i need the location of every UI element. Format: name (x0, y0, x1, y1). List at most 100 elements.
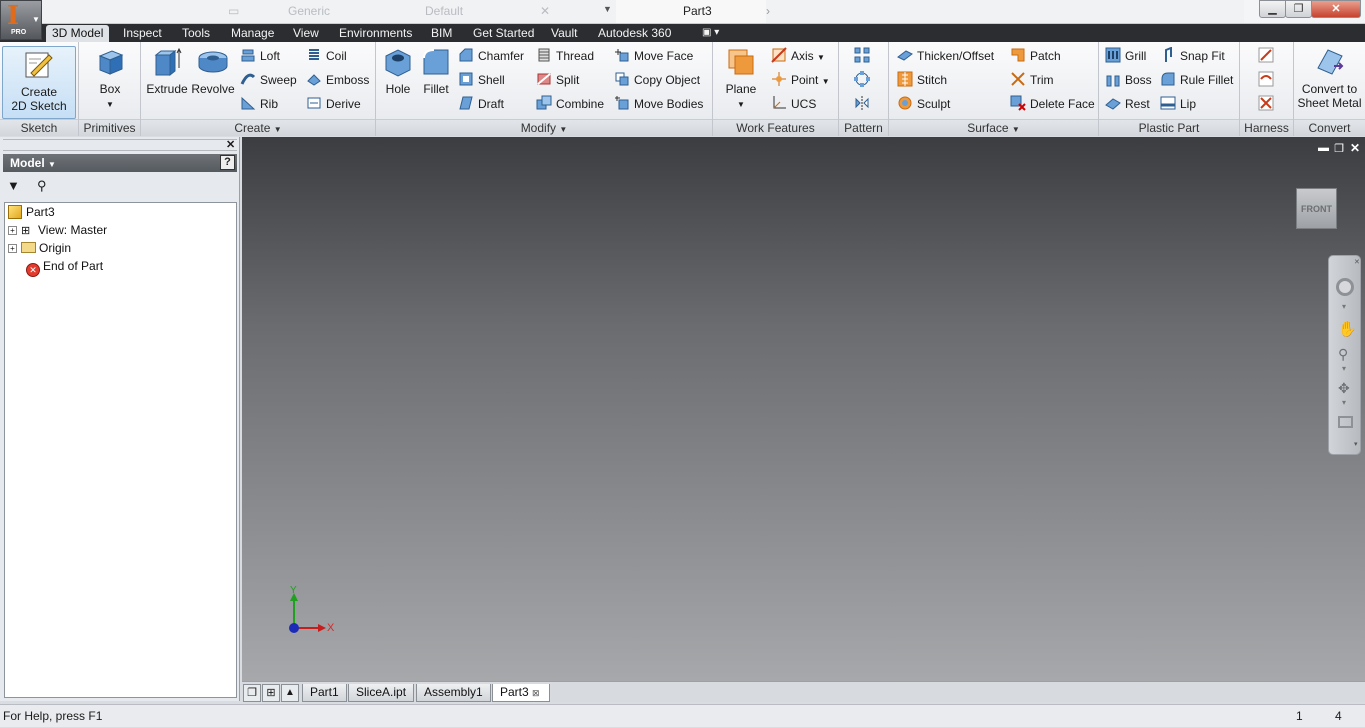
ucs-button[interactable]: UCS (771, 94, 816, 114)
move-face-button[interactable]: Move Face (614, 46, 693, 66)
mirror-button[interactable] (854, 94, 874, 114)
steering-wheel-icon[interactable] (1336, 278, 1354, 296)
close-icon[interactable]: ✕ (1354, 258, 1360, 266)
move-bodies-button[interactable]: Move Bodies (614, 94, 703, 114)
axis-button[interactable]: Axis ▼ (771, 46, 825, 66)
tab-autodesk-360[interactable]: Autodesk 360 (592, 25, 677, 42)
revolve-button[interactable]: Revolve (190, 46, 236, 118)
viewcube[interactable]: FRONT (1296, 188, 1337, 229)
panel-create-label[interactable]: Create ▼ (141, 119, 375, 136)
restore-view-icon[interactable]: ❐ (1334, 142, 1344, 155)
point-button[interactable]: Point ▼ (771, 70, 830, 90)
rest-button[interactable]: Rest (1105, 94, 1150, 114)
boss-button[interactable]: Boss (1105, 70, 1152, 90)
tab-inspect[interactable]: Inspect (117, 25, 168, 42)
split-button[interactable]: Split (536, 70, 579, 90)
hole-button[interactable]: Hole (380, 46, 416, 118)
sweep-button[interactable]: Sweep (240, 70, 297, 90)
graphics-viewport[interactable]: ▬ ❐ ✕ FRONT Y X (242, 137, 1365, 681)
tree-node-end-of-part[interactable]: ✕ End of Part (8, 257, 103, 277)
tree-node-part3[interactable]: Part3 (8, 203, 55, 221)
delete-face-button[interactable]: Delete Face (1010, 94, 1095, 114)
coil-button[interactable]: Coil (306, 46, 347, 66)
trim-button[interactable]: Trim (1010, 70, 1054, 90)
harness-button-2[interactable] (1258, 70, 1278, 90)
box-button[interactable]: Box ▼ (89, 46, 131, 118)
minimize-button[interactable]: ▁ (1259, 0, 1286, 18)
chevron-right-icon[interactable]: › (766, 4, 770, 20)
chamfer-button[interactable]: Chamfer (458, 46, 524, 66)
extrude-button[interactable]: Extrude (145, 46, 189, 118)
browser-title-bar[interactable]: Model ▼ ? (3, 154, 237, 172)
grill-button[interactable]: Grill (1105, 46, 1146, 66)
close-button[interactable]: ✕ (1311, 0, 1361, 18)
rectangular-pattern-button[interactable] (854, 46, 874, 66)
stitch-button[interactable]: Stitch (897, 70, 947, 90)
fillet-button[interactable]: Fillet (418, 46, 454, 118)
tab-tools[interactable]: Tools (176, 25, 216, 42)
browser-close-icon[interactable]: ✕ (226, 138, 235, 151)
doc-tab-assembly1[interactable]: Assembly1 (416, 684, 491, 702)
tab-get-started[interactable]: Get Started (467, 25, 540, 42)
pan-icon[interactable]: ✋ (1338, 320, 1357, 338)
minimize-view-icon[interactable]: ▬ (1318, 142, 1329, 154)
chevron-up-icon[interactable]: ▲ (281, 684, 299, 702)
close-view-icon[interactable]: ✕ (1350, 141, 1360, 155)
copy-object-button[interactable]: Copy Object (614, 70, 700, 90)
tree-node-origin[interactable]: + Origin (8, 239, 71, 257)
lip-button[interactable]: Lip (1160, 94, 1196, 114)
rib-button[interactable]: Rib (240, 94, 278, 114)
close-tab-icon[interactable]: ⊠ (532, 688, 540, 698)
new-icon[interactable]: ▭ (228, 4, 239, 20)
chevron-down-icon[interactable]: ▾ (1342, 302, 1346, 311)
tab-environments[interactable]: Environments (333, 25, 418, 42)
convert-to-sheet-metal-button[interactable]: Convert to Sheet Metal (1296, 46, 1363, 118)
thicken-offset-button[interactable]: Thicken/Offset (897, 46, 994, 66)
rule-fillet-button[interactable]: Rule Fillet (1160, 70, 1233, 90)
restore-button[interactable]: ❐ (1285, 0, 1312, 18)
plane-button[interactable]: Plane ▼ (721, 46, 761, 118)
browser-grip[interactable] (3, 139, 237, 151)
doc-tab-part3[interactable]: Part3 ⊠ (492, 684, 550, 702)
chevron-down-icon[interactable]: ▼ (603, 4, 612, 20)
harness-button-3[interactable] (1258, 94, 1278, 114)
panel-modify-label[interactable]: Modify ▼ (376, 119, 712, 136)
patch-button[interactable]: Patch (1010, 46, 1061, 66)
tile-icon[interactable]: ⊞ (262, 684, 280, 702)
look-at-icon[interactable] (1338, 416, 1353, 428)
thread-button[interactable]: Thread (536, 46, 594, 66)
draft-button[interactable]: Draft (458, 94, 504, 114)
tab-bim[interactable]: BIM (425, 25, 458, 42)
panel-surface-label[interactable]: Surface ▼ (889, 119, 1098, 136)
tab-3d-model[interactable]: 3D Model (46, 25, 110, 42)
expand-icon[interactable]: + (8, 226, 17, 235)
sculpt-button[interactable]: Sculpt (897, 94, 950, 114)
filter-icon[interactable]: ▼ (7, 178, 20, 193)
find-icon[interactable]: ⚲ (37, 178, 47, 194)
expand-icon[interactable]: + (8, 244, 17, 253)
combine-button[interactable]: Combine (536, 94, 604, 114)
doc-tab-slicea[interactable]: SliceA.ipt (348, 684, 415, 702)
snap-fit-button[interactable]: Snap Fit (1160, 46, 1225, 66)
chevron-down-icon[interactable]: ▾ (1342, 398, 1346, 407)
zoom-icon[interactable]: ⚲ (1338, 346, 1348, 363)
customize-icon[interactable]: ▾ (1354, 440, 1358, 448)
circular-pattern-button[interactable] (854, 70, 874, 90)
tab-manage[interactable]: Manage (225, 25, 280, 42)
cascade-icon[interactable]: ❐ (243, 684, 261, 702)
create-2d-sketch-button[interactable]: Create 2D Sketch (2, 46, 76, 119)
doc-tab-part1[interactable]: Part1 (302, 684, 347, 702)
shell-button[interactable]: Shell (458, 70, 505, 90)
loft-button[interactable]: Loft (240, 46, 280, 66)
application-menu-button[interactable]: I PRO ▼ (0, 0, 42, 40)
tree-node-view-master[interactable]: + ⊞ View: Master (8, 221, 107, 239)
appearance-selector[interactable]: Default (425, 4, 463, 20)
chevron-down-icon[interactable]: ▾ (1342, 364, 1346, 373)
material-selector[interactable]: Generic (288, 4, 330, 20)
orbit-icon[interactable]: ✥ (1338, 380, 1350, 397)
tab-vault[interactable]: Vault (545, 25, 583, 42)
derive-button[interactable]: Derive (306, 94, 361, 114)
tab-view[interactable]: View (287, 25, 325, 42)
help-icon[interactable]: ? (220, 155, 235, 170)
camera-icon[interactable]: ▣ ▾ (696, 25, 725, 42)
